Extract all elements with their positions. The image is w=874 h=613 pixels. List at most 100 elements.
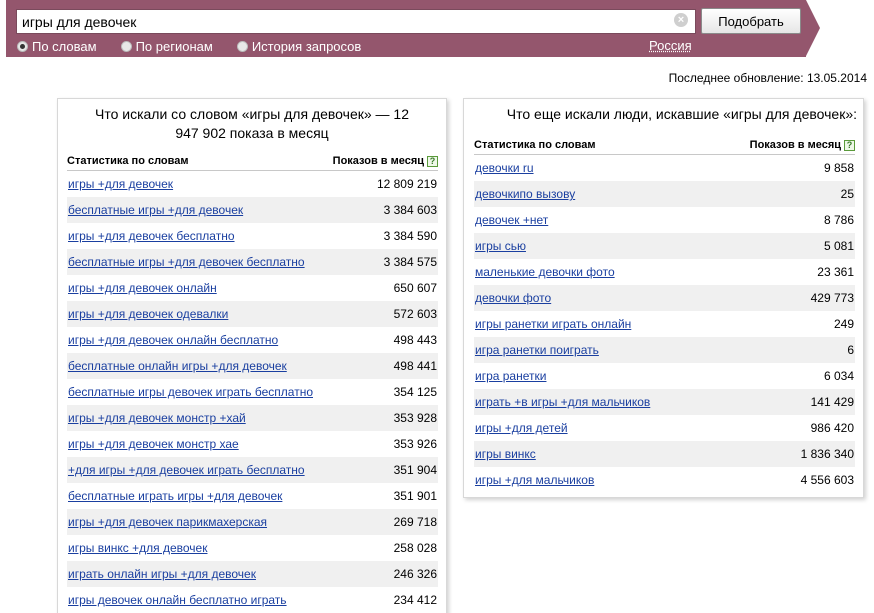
keyword-link[interactable]: девочек +нет [475,213,548,227]
impressions-count: 429 773 [810,291,854,305]
table-row: игры +для девочек онлайн 650 607 [67,275,438,301]
table-row: игры сью 5 081 [474,233,855,259]
clear-icon[interactable]: × [674,13,688,27]
column-header-keyword: Статистика по словам [474,138,596,151]
keyword-link[interactable]: игры +для девочек онлайн бесплатно [68,333,278,347]
keyword-link[interactable]: бесплатные игры +для девочек [68,203,243,217]
keyword-link[interactable]: игры +для девочек одевалки [68,307,228,321]
last-update: Последнее обновление: 13.05.2014 [668,71,867,85]
search-mode-group: По словам По регионам История запросов [17,37,385,55]
table-row: игры +для девочек парикмахерская 269 718 [67,509,438,535]
keyword-link[interactable]: игра ранетки [475,369,546,383]
table-row: бесплатные игры девочек играть бесплатно… [67,379,438,405]
keyword-link[interactable]: маленькие девочки фото [475,265,615,279]
mode-by-regions[interactable]: По регионам [120,38,213,54]
search-header: × Подобрать По словам По регионам Истори… [6,0,806,57]
mode-by-words[interactable]: По словам [17,39,97,54]
impressions-count: 3 384 603 [383,203,437,217]
table-row: игры +для девочек монстр +хай 353 928 [67,405,438,431]
impressions-count: 986 420 [810,421,854,435]
keyword-link[interactable]: бесплатные играть игры +для девочек [68,489,282,503]
keyword-link[interactable]: игры винкс [475,447,536,461]
impressions-count: 9 858 [823,161,854,175]
keyword-link[interactable]: игры винкс +для девочек [68,541,207,555]
keyword-link[interactable]: игры +для девочек парикмахерская [68,515,267,529]
radio-unchecked-icon[interactable] [120,40,132,52]
radio-unchecked-icon[interactable] [236,40,248,52]
panel-title: Что искали со словом «игры для девочек» … [94,106,410,141]
keyword-link[interactable]: играть онлайн игры +для девочек [68,567,256,581]
keyword-link[interactable]: девочки ru [475,161,534,175]
help-icon[interactable]: ? [844,139,855,151]
keyword-link[interactable]: игры ранетки играть онлайн [475,317,631,331]
impressions-count: 3 384 575 [383,255,437,269]
keyword-link[interactable]: игры +для детей [475,421,568,435]
table-row: бесплатные играть игры +для девочек 351 9… [67,483,438,509]
impressions-count: 498 443 [393,333,437,347]
table-row: девочкипо вызову 25 [474,181,855,207]
mode-query-history[interactable]: История запросов [236,39,361,54]
keyword-stats-panel: Что искали со словом «игры для девочек» … [57,98,447,613]
impressions-count: 572 603 [393,307,437,321]
impressions-count: 353 926 [393,437,437,451]
table-row: игры +для девочек монстр хае 353 926 [67,431,438,457]
table-row: игры девочек онлайн бесплатно играть 234 … [67,587,438,613]
region-selector[interactable]: Россия [649,38,692,53]
keyword-link[interactable]: игры +для мальчиков [475,473,594,487]
impressions-count: 5 081 [823,239,854,253]
table-row: маленькие девочки фото 23 361 [474,259,855,285]
impressions-count: 12 809 219 [376,177,437,191]
search-input[interactable] [16,9,696,34]
table-row: бесплатные онлайн игры +для девочек 498 4… [67,353,438,379]
table-row: игры +для девочек 12 809 219 [67,171,438,197]
table-row: игры +для девочек онлайн бесплатно 498 44… [67,327,438,353]
related-table: Статистика по словам Показов в месяц? де… [464,135,863,493]
table-row: игры ранетки играть онлайн 249 [474,311,855,337]
keyword-link[interactable]: игры +для девочек онлайн [68,281,217,295]
keyword-link[interactable]: бесплатные онлайн игры +для девочек [68,359,287,373]
impressions-count: 4 556 603 [800,473,854,487]
keyword-link[interactable]: игры +для девочек монстр хае [68,437,239,451]
impressions-count: 1 836 340 [800,447,854,461]
impressions-count: 141 429 [810,395,854,409]
column-header-count-label: Показов в месяц [332,154,424,167]
impressions-count: 3 384 590 [383,229,437,243]
keyword-link[interactable]: игры девочек онлайн бесплатно играть [68,593,287,607]
impressions-count: 6 034 [823,369,854,383]
keyword-table: Статистика по словам Показов в месяц? иг… [58,151,446,613]
keyword-link[interactable]: девочкипо вызову [475,187,575,201]
impressions-count: 354 125 [393,385,437,399]
keyword-link[interactable]: девочки фото [475,291,551,305]
table-row: игры +для девочек бесплатно 3 384 590 [67,223,438,249]
impressions-count: 8 786 [823,213,854,227]
table-row: игры винкс +для девочек 258 028 [67,535,438,561]
keyword-link[interactable]: игра ранетки поиграть [475,343,599,357]
keyword-link[interactable]: играть +в игры +для мальчиков [475,395,650,409]
submit-button[interactable]: Подобрать [701,8,801,34]
table-row: игры +для детей 986 420 [474,415,855,441]
keyword-link[interactable]: игры +для девочек бесплатно [68,229,235,243]
keyword-link[interactable]: +для игры +для девочек играть бесплатно [68,463,305,477]
impressions-count: 25 [840,187,854,201]
table-row: бесплатные игры +для девочек 3 384 603 [67,197,438,223]
keyword-link[interactable]: игры +для девочек [68,177,173,191]
search-header-arrow [806,0,820,56]
keyword-link[interactable]: бесплатные игры девочек играть бесплатно [68,385,313,399]
mode-label: По регионам [135,38,213,54]
table-row: девочки фото 429 773 [474,285,855,311]
mode-label: По словам [32,38,97,54]
impressions-count: 351 901 [393,489,437,503]
table-row: играть +в игры +для мальчиков 141 429 [474,389,855,415]
keyword-link[interactable]: игры сью [475,239,526,253]
help-icon[interactable]: ? [427,155,438,167]
keyword-link[interactable]: бесплатные игры +для девочек бесплатно [68,255,305,269]
table-row: игра ранетки поиграть 6 [474,337,855,363]
keyword-rows: игры +для девочек 12 809 219 бесплатные иг… [67,171,438,613]
impressions-count: 234 412 [393,593,437,607]
column-header-count: Показов в месяц? [750,139,855,151]
table-row: бесплатные игры +для девочек бесплатно 3 … [67,249,438,275]
impressions-count: 353 928 [393,411,437,425]
column-header-keyword: Статистика по словам [67,154,189,167]
radio-checked-icon[interactable] [17,40,28,52]
keyword-link[interactable]: игры +для девочек монстр +хай [68,411,246,425]
